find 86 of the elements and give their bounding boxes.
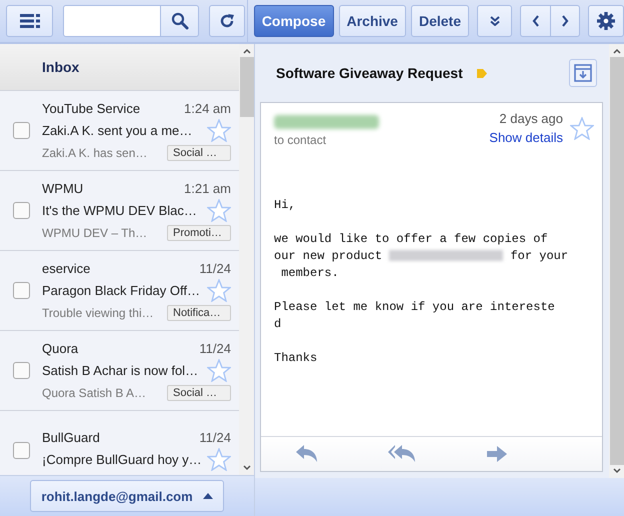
importance-marker-icon[interactable] xyxy=(476,68,487,78)
previous-button[interactable] xyxy=(520,5,550,37)
body-text: Thanks xyxy=(274,351,318,365)
menu-button[interactable] xyxy=(6,5,53,37)
message-date: 2 days ago xyxy=(499,111,563,126)
scrollbar-thumb[interactable] xyxy=(240,57,254,117)
checkbox[interactable] xyxy=(13,362,30,379)
message-subject: Satish B Achar is now fol… xyxy=(42,362,198,378)
message-preview: Zaki.A K. has sen… xyxy=(42,146,148,160)
action-button[interactable]: Delete xyxy=(410,5,469,37)
settings-button[interactable] xyxy=(588,5,624,37)
message-row[interactable]: WPMU 1:21 am It's the WPMU DEV Blac… WPMU DEV – Th… Promoti… xyxy=(0,171,239,251)
sender-name: WPMU xyxy=(42,180,84,196)
scroll-down-icon[interactable] xyxy=(242,465,250,471)
folder-title: Inbox xyxy=(42,59,80,75)
next-button[interactable] xyxy=(550,5,580,37)
more-button[interactable] xyxy=(477,5,512,37)
action-button[interactable]: Archive xyxy=(338,5,406,37)
message-time: 11/24 xyxy=(199,430,231,445)
forward-arrow-icon xyxy=(486,446,507,462)
message-subject: ¡Compre BullGuard hoy y… xyxy=(42,452,202,467)
body-text: our new product xyxy=(274,249,382,263)
body-text: Hi, xyxy=(274,198,296,212)
body-text: d xyxy=(274,317,282,331)
message-time: 1:24 am xyxy=(184,100,231,116)
download-box-icon xyxy=(574,64,592,82)
reply-all-arrow-icon xyxy=(388,445,416,463)
action-button[interactable]: Compose xyxy=(254,5,334,37)
thread-subject: Software Giveaway Request xyxy=(276,65,463,81)
refresh-icon xyxy=(219,13,235,29)
star-icon[interactable] xyxy=(207,118,231,142)
checkbox[interactable] xyxy=(13,202,30,219)
sender-name: BullGuard xyxy=(42,430,100,445)
body-text: members. xyxy=(280,266,339,280)
chevron-left-icon xyxy=(532,15,540,27)
show-details-link[interactable]: Show details xyxy=(489,130,563,145)
message-preview: Quora Satish B A… xyxy=(42,386,146,400)
category-label: Social … xyxy=(167,144,231,160)
sender-name: YouTube Service xyxy=(42,100,140,116)
message-row[interactable]: eservice 11/24 Paragon Black Friday Off… Trouble viewing thi… Notifica… xyxy=(0,251,239,331)
settings-icon xyxy=(597,12,615,30)
menu-icon xyxy=(20,14,40,28)
scroll-down-icon[interactable] xyxy=(612,468,620,474)
message-time: 11/24 xyxy=(199,340,231,356)
account-button[interactable]: rohit.langde@gmail.com xyxy=(30,480,224,512)
message-subject: Paragon Black Friday Off… xyxy=(42,282,200,298)
message-time: 1:21 am xyxy=(184,180,231,196)
checkbox[interactable] xyxy=(13,442,30,459)
star-icon[interactable] xyxy=(570,117,594,140)
message-preview: Trouble viewing thi… xyxy=(42,306,154,320)
body-text: we would like to offer a few copies of xyxy=(274,232,548,246)
body-text: Please let me know if you are intereste xyxy=(274,300,555,314)
search-button[interactable] xyxy=(161,5,199,37)
checkbox[interactable] xyxy=(13,282,30,299)
star-icon[interactable] xyxy=(207,448,231,471)
star-icon[interactable] xyxy=(207,278,231,302)
save-button[interactable] xyxy=(569,59,597,87)
scroll-up-icon[interactable] xyxy=(242,48,250,54)
reply-button[interactable] xyxy=(296,445,318,463)
category-label: Notifica… xyxy=(167,304,231,320)
star-icon[interactable] xyxy=(207,198,231,222)
category-label: Social … xyxy=(167,384,231,400)
search-field[interactable] xyxy=(63,5,161,37)
scroll-up-icon[interactable] xyxy=(612,48,620,54)
caret-icon xyxy=(202,493,213,499)
message-subject: It's the WPMU DEV Blac… xyxy=(42,202,197,218)
refresh-button[interactable] xyxy=(209,5,245,37)
reply-arrow-icon xyxy=(296,445,318,463)
sender-name: Quora xyxy=(42,340,78,356)
message-preview: WPMU DEV – Th… xyxy=(42,226,148,240)
message-subject: Zaki.A K. sent you a me… xyxy=(42,122,192,138)
recipient-text: to contact xyxy=(274,133,328,147)
body-text: for your xyxy=(510,249,568,263)
forward-button[interactable] xyxy=(486,446,507,462)
message-row[interactable]: Quora 11/24 Satish B Achar is now fol… Quora Satish B A… Social … xyxy=(0,331,239,411)
double-chevron-icon xyxy=(490,16,500,26)
message-row[interactable]: YouTube Service 1:24 am Zaki.A K. sent you a me… Zaki.A K. has sen… Social … xyxy=(0,91,239,171)
reply-all-button[interactable] xyxy=(388,445,416,463)
sender-name: eservice xyxy=(42,260,90,276)
search-icon xyxy=(170,12,188,30)
checkbox[interactable] xyxy=(13,122,30,139)
star-icon[interactable] xyxy=(207,358,231,382)
chevron-right-icon xyxy=(561,15,569,27)
scrollbar[interactable] xyxy=(239,44,254,475)
category-label: Promoti… xyxy=(167,224,231,240)
message-time: 11/24 xyxy=(199,260,231,276)
